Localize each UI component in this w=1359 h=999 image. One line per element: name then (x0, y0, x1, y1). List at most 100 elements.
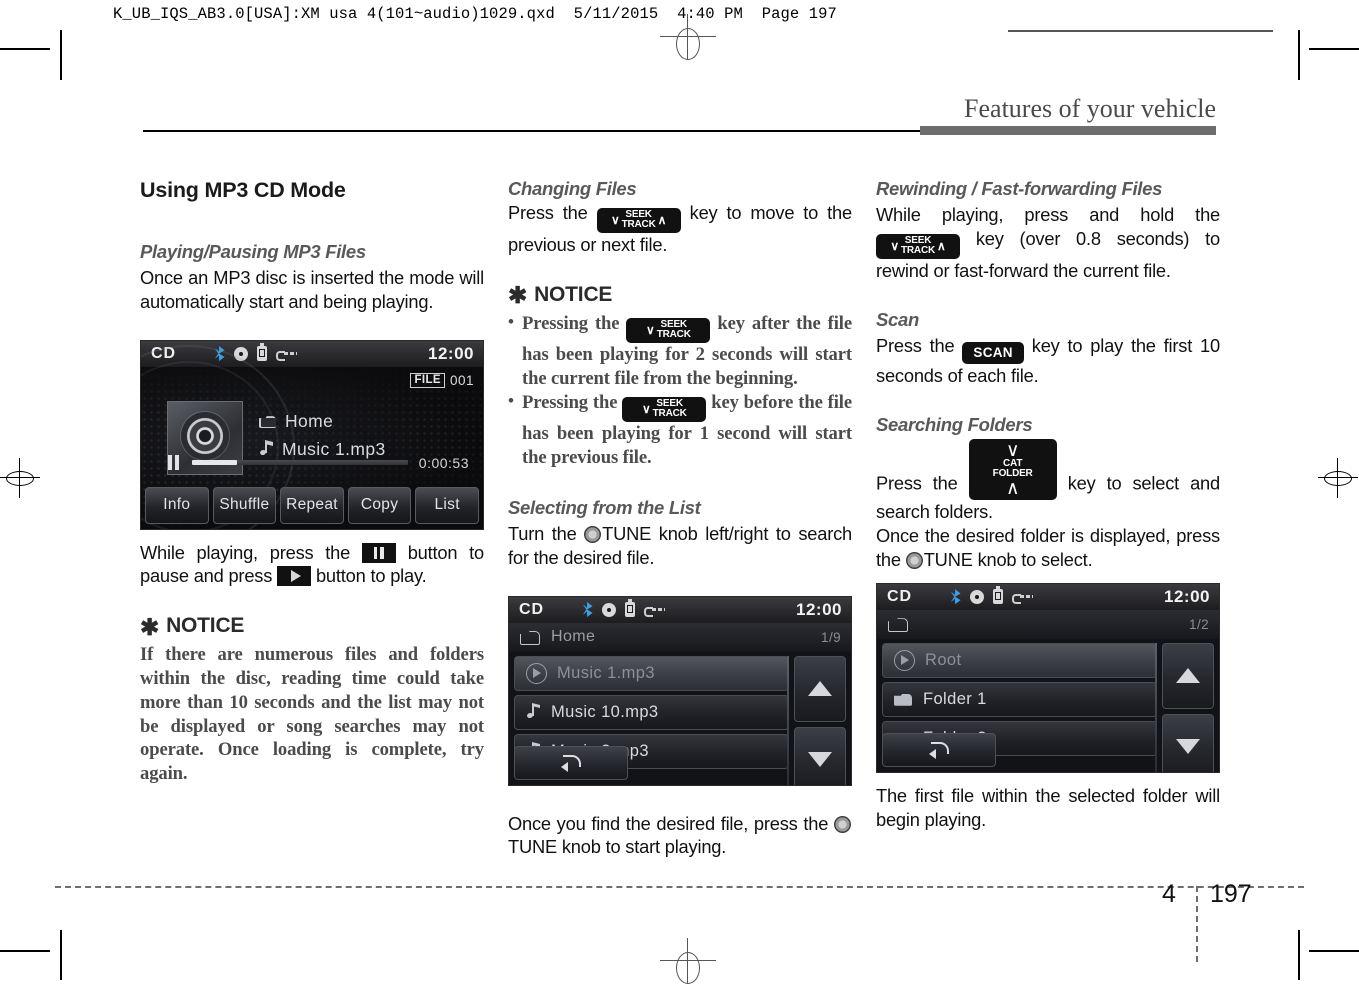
print-file-header: K_UB_IQS_AB3.0[USA]:XM usa 4(101~audio)1… (113, 5, 837, 23)
scroll-buttons (787, 655, 846, 785)
registration-mark-top (660, 14, 716, 60)
selecting-before: Turn the (508, 522, 577, 544)
chevron-down-icon: ∨ (641, 402, 651, 417)
progress-row: 0:00:53 (167, 455, 469, 471)
scroll-down-button[interactable] (794, 726, 846, 785)
pause-button-glyph (361, 542, 396, 563)
bluetooth-icon (951, 589, 961, 605)
notice-list-col2: Pressing the ∨ SEEKTRACK key after the f… (508, 311, 852, 470)
screenshot-file-list: CD 12:00 Home 1/9 Music 1.mp3 Music 10.m… (508, 595, 852, 786)
info-button[interactable]: Info (145, 486, 209, 524)
status-bar: CD 12:00 (877, 583, 1219, 610)
list-item[interactable]: Music 1.mp3 (514, 655, 789, 691)
after-list-before: Once you find the desired file, press th… (508, 812, 829, 834)
running-head-thin-rule (143, 130, 923, 132)
triangle-down-icon (808, 752, 832, 768)
folder-icon (894, 692, 913, 707)
footer-dashed-rule (55, 886, 1304, 888)
page-indicator: 1/2 (1189, 616, 1209, 632)
chevron-up-icon: ∧ (937, 238, 946, 253)
section-title: Using MP3 CD Mode (140, 178, 346, 202)
list-item-label: Root (925, 650, 962, 669)
pause-text-3: button to play. (315, 565, 427, 587)
source-label: CD (519, 600, 545, 618)
play-button-glyph (277, 566, 312, 587)
column-middle: Changing Files Press the ∨ SEEK TRACK ∧ k… (508, 178, 852, 859)
notice-label: NOTICE (166, 614, 245, 638)
seek-track-key-icon: ∨ SEEK TRACK (622, 397, 707, 423)
repeat-button[interactable]: Repeat (280, 486, 344, 524)
notice-item-1: Pressing the ∨ SEEKTRACK key after the f… (508, 311, 852, 391)
copy-button[interactable]: Copy (347, 486, 412, 524)
play-icon (894, 649, 915, 671)
crop-mark-bl-v (60, 930, 62, 980)
list-item-label: Music 1.mp3 (557, 663, 655, 682)
column-right: Rewinding / Fast-forwarding Files While … (876, 178, 1220, 831)
file-label: FILE (410, 372, 445, 388)
folder-icon (520, 629, 541, 645)
music-note-icon (526, 703, 541, 720)
heading-scan: Scan (876, 308, 920, 330)
back-button[interactable] (882, 732, 996, 767)
disc-graphic (181, 412, 229, 461)
clock-label: 12:00 (796, 599, 842, 619)
after-list-after: TUNE knob to start playing. (508, 836, 727, 858)
notice-heading-col2: ✱ NOTICE (508, 283, 852, 307)
search-before: Press the (876, 472, 958, 494)
notice-item-2: Pressing the ∨ SEEKTRACK key before the … (508, 390, 852, 470)
file-number: 001 (449, 372, 474, 388)
running-head-bar (920, 126, 1216, 135)
notice-body-col1: If there are numerous files and folders … (140, 644, 484, 785)
notice-item-2-before: Pressing the (522, 392, 618, 414)
chapter-number: 4 (1162, 880, 1176, 908)
paragraph-rewind-ff: While playing, press and hold the ∨ SEEK… (876, 203, 1220, 283)
status-icons (582, 599, 666, 618)
folder-icon (888, 616, 909, 632)
heading-playing-pausing: Playing/Pausing MP3 Files (140, 241, 366, 262)
list-item[interactable]: Music 10.mp3 (514, 694, 789, 730)
chevron-down-icon: ∨ (646, 322, 655, 337)
crop-mark-br-h (1309, 950, 1359, 952)
rewind-before: While playing, press and hold the (876, 204, 1220, 225)
scan-key-icon: SCAN (962, 341, 1024, 365)
triangle-down-icon (1176, 739, 1200, 755)
list-item[interactable]: Folder 1 (882, 681, 1157, 717)
tune-knob-icon (834, 815, 851, 833)
list-body: Root Folder 1 Folder 2 (877, 639, 1219, 772)
list-button[interactable]: List (415, 486, 479, 524)
shuffle-button[interactable]: Shuffle (212, 486, 277, 524)
heading-selecting-list: Selecting from the List (508, 496, 701, 518)
current-folder-label: Home (551, 628, 596, 646)
folder-icon (259, 414, 277, 428)
folder-select-after: TUNE knob to select. (923, 549, 1093, 570)
heading-changing-files: Changing Files (508, 178, 637, 199)
list-item[interactable]: Root (882, 642, 1157, 678)
tune-knob-icon (905, 552, 923, 569)
progress-bar[interactable] (192, 460, 408, 466)
list-header: Home 1/9 (509, 622, 851, 652)
back-arrow-icon (927, 741, 951, 759)
crop-mark-tl-h (0, 48, 50, 50)
back-button[interactable] (514, 745, 628, 780)
paragraph-selecting-list: Turn the TUNE knob left/right to search … (508, 522, 852, 570)
paragraph-changing-files: Press the ∨ SEEK TRACK ∧ key to move to t… (508, 201, 852, 257)
paragraph-pause-play: While playing, press the button to pause… (140, 541, 484, 589)
crop-mark-tr-h (1309, 48, 1359, 50)
crop-mark-tr-v (1298, 30, 1300, 80)
seek-track-key-icon: ∨ SEEK TRACK (626, 317, 711, 343)
paragraph-after-folder-list: The first file within the selected folde… (876, 784, 1220, 830)
screenshot-cd-player: CD 12:00 FILE 001 Home Music 1.mp3 0:00:… (140, 339, 484, 530)
now-playing-folder: Home (285, 410, 334, 431)
tune-knob-icon (584, 525, 602, 543)
chevron-up-icon: ∧ (657, 213, 667, 227)
scroll-up-button[interactable] (794, 655, 846, 722)
scroll-up-button[interactable] (1162, 642, 1214, 709)
usb-device-icon (625, 599, 636, 618)
paragraph-searching-folders: Press the ∨ CAT FOLDER ∧ key to select an… (876, 438, 1220, 524)
registration-mark-bottom (660, 938, 716, 984)
cat-folder-key-icon: ∨ CAT FOLDER ∧ (968, 438, 1057, 501)
player-button-bar: Info Shuffle Repeat Copy List (145, 486, 479, 524)
scroll-down-button[interactable] (1162, 713, 1214, 772)
notice-star-icon: ✱ (140, 613, 160, 640)
triangle-up-icon (1176, 668, 1200, 684)
